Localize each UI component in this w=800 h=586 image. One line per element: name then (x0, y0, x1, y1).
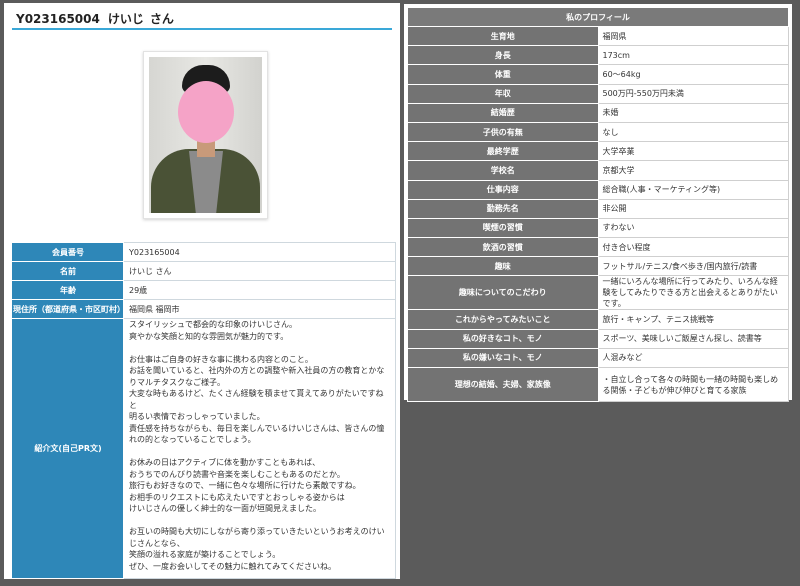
profile-panel: Y023165004 けいじ さん 会員番号 Y023165004 名前 けいじ さ… (4, 3, 400, 579)
table-row: 趣味 フットサル/テニス/食べ歩き/国内旅行/読書 (407, 256, 789, 277)
profile-row-label: 私の好きなコト、モノ (407, 328, 599, 349)
profile-row-label: 体重 (407, 64, 599, 85)
my-profile-rows: 生育地 福岡県 身長 173cm 体重 60〜64kg 年収 500万円-550万円未満 結婚歴… (407, 25, 789, 402)
table-row: 理想の結婚、夫婦、家族像 ・自立し合って各々の時間も一緒の時間も楽しめる関係・子ど… (407, 367, 789, 402)
title-member-id: Y023165004 (16, 12, 100, 26)
table-row: 学校名 京都大学 (407, 160, 789, 181)
address-value: 福岡県 福岡市 (123, 299, 396, 319)
profile-row-label: 年収 (407, 83, 599, 104)
profile-row-value: スポーツ、美味しいご飯屋さん探し、読書等 (597, 328, 789, 349)
profile-row-label: 私の嫌いなコト、モノ (407, 347, 599, 369)
profile-row-value: 未婚 (597, 102, 789, 123)
profile-row-value: 京都大学 (597, 160, 789, 181)
profile-row-label: 仕事内容 (407, 179, 599, 200)
profile-photo-card[interactable] (143, 51, 268, 219)
title-honorific: さん (149, 12, 174, 26)
my-profile-table: 私のプロフィール 生育地 福岡県 身長 173cm 体重 60〜64kg 年収 500万円-5… (407, 7, 789, 402)
profile-row-label: 理想の結婚、夫婦、家族像 (407, 367, 599, 402)
profile-row-label: 趣味 (407, 256, 599, 277)
table-row: 年収 500万円-550万円未満 (407, 83, 789, 104)
profile-row-label: 趣味についてのこだわり (407, 275, 599, 311)
table-row: 年齢 29歳 (12, 280, 396, 300)
profile-row-label: 身長 (407, 45, 599, 66)
profile-row-label: 生育地 (407, 25, 599, 47)
member-no-value: Y023165004 (123, 242, 396, 262)
table-row: 生育地 福岡県 (407, 25, 789, 47)
profile-title: Y023165004 けいじ さん (12, 10, 392, 30)
profile-row-value: 60〜64kg (597, 64, 789, 85)
profile-row-value: 500万円-550万円未満 (597, 83, 789, 104)
name-label: 名前 (12, 261, 124, 281)
profile-row-value: すわない (597, 217, 789, 239)
member-info-table: 会員番号 Y023165004 名前 けいじ さん 年齢 29歳 現住所（都道府… (12, 242, 396, 579)
my-profile-header: 私のプロフィール (407, 7, 789, 27)
profile-row-value: 総合職(人事・マーケティング等) (597, 179, 789, 200)
table-row: 私の嫌いなコト、モノ 人混みなど (407, 347, 789, 369)
table-row: 喫煙の習慣 すわない (407, 217, 789, 239)
my-profile-panel: 私のプロフィール 生育地 福岡県 身長 173cm 体重 60〜64kg 年収 500万円-5… (404, 4, 792, 402)
profile-row-label: 結婚歴 (407, 102, 599, 123)
age-label: 年齢 (12, 280, 124, 300)
name-value: けいじ さん (123, 261, 396, 281)
member-no-label: 会員番号 (12, 242, 124, 262)
table-row: 結婚歴 未婚 (407, 102, 789, 123)
profile-row-value: なし (597, 121, 789, 143)
profile-row-value: 大学卒業 (597, 141, 789, 162)
profile-row-value: フットサル/テニス/食べ歩き/国内旅行/読書 (597, 256, 789, 277)
face-privacy-mask (178, 81, 234, 143)
profile-row-label: 学校名 (407, 160, 599, 181)
profile-row-value: 人混みなど (597, 347, 789, 369)
profile-row-value: ・自立し合って各々の時間も一緒の時間も楽しめる関係・子どもが伸び伸びと育てる家族 (597, 367, 789, 402)
table-row: 私の好きなコト、モノ スポーツ、美味しいご飯屋さん探し、読書等 (407, 328, 789, 349)
table-row: 名前 けいじ さん (12, 261, 396, 281)
age-value: 29歳 (123, 280, 396, 300)
table-row: 勤務先名 非公開 (407, 198, 789, 219)
table-row: 身長 173cm (407, 45, 789, 66)
table-row: 現住所（都道府県・市区町村） 福岡県 福岡市 (12, 299, 396, 319)
table-row: 体重 60〜64kg (407, 64, 789, 85)
profile-row-value: 福岡県 (597, 25, 789, 47)
table-row: これからやってみたいこと 旅行・キャンプ、テニス挑戦等 (407, 309, 789, 330)
pr-text: スタイリッシュで都会的な印象のけいじさん。 爽やかな笑顔と知的な雰囲気が魅力的で… (123, 318, 396, 579)
table-row: 趣味についてのこだわり 一緒にいろんな場所に行ってみたり、いろんな経験をしてみたり… (407, 275, 789, 311)
table-row: 最終学歴 大学卒業 (407, 141, 789, 162)
profile-row-label: 勤務先名 (407, 198, 599, 219)
profile-row-value: 付き合い程度 (597, 237, 789, 258)
profile-row-value: 非公開 (597, 198, 789, 219)
table-row: 飲酒の習慣 付き合い程度 (407, 237, 789, 258)
address-label: 現住所（都道府県・市区町村） (12, 299, 125, 319)
table-row: 紹介文(自己PR文) スタイリッシュで都会的な印象のけいじさん。 爽やかな笑顔と… (12, 318, 396, 579)
profile-row-label: 喫煙の習慣 (407, 217, 599, 239)
title-name: けいじ (107, 12, 144, 26)
profile-row-label: 子供の有無 (407, 121, 599, 143)
profile-row-label: 最終学歴 (407, 141, 599, 162)
pr-label: 紹介文(自己PR文) (12, 318, 124, 579)
profile-row-value: 173cm (597, 45, 789, 66)
profile-row-label: これからやってみたいこと (407, 309, 599, 330)
my-profile-header-row: 私のプロフィール (407, 7, 789, 27)
table-row: 仕事内容 総合職(人事・マーケティング等) (407, 179, 789, 200)
profile-photo (149, 57, 262, 213)
table-row: 会員番号 Y023165004 (12, 242, 396, 262)
profile-row-value: 旅行・キャンプ、テニス挑戦等 (597, 309, 789, 330)
profile-row-label: 飲酒の習慣 (407, 237, 599, 258)
table-row: 子供の有無 なし (407, 121, 789, 143)
profile-row-value: 一緒にいろんな場所に行ってみたり、いろんな経験をしてみたりできる方と出会えるとあ… (597, 275, 789, 311)
